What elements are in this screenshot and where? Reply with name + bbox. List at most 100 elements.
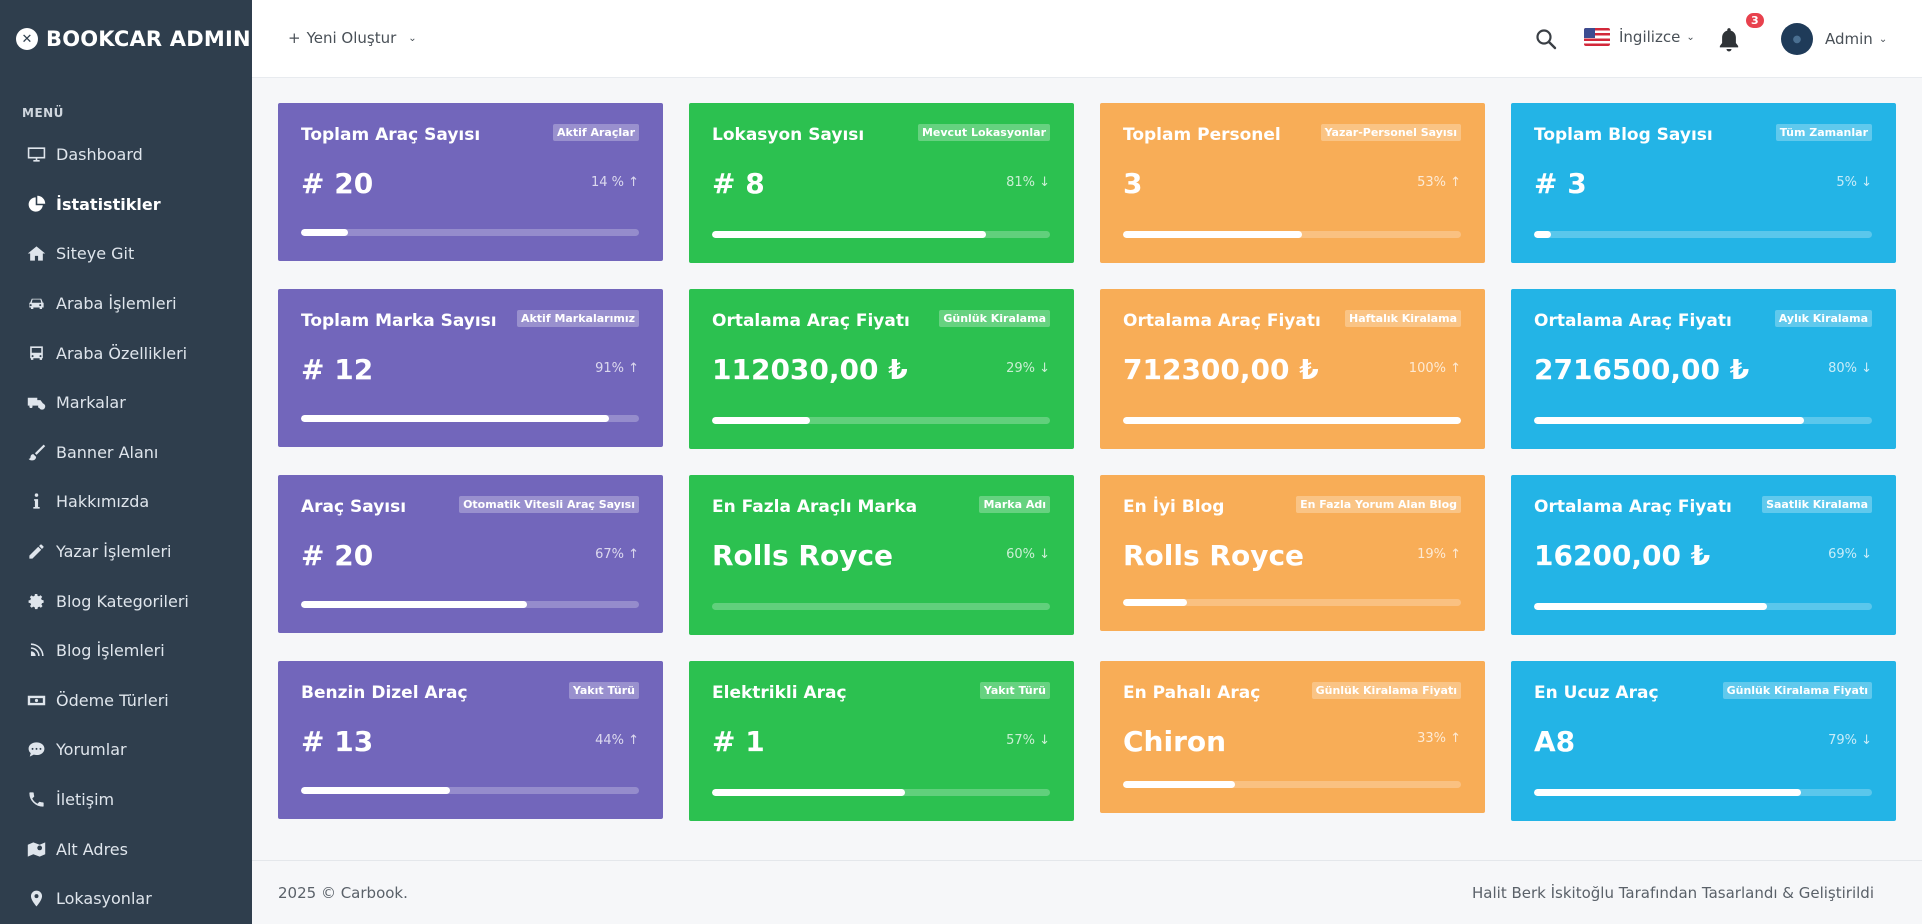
progress-bar [712, 789, 1050, 796]
card-tag: Saatlik Kiralama [1762, 496, 1872, 513]
card-value: 3 [1123, 167, 1143, 200]
pie-chart-icon [26, 194, 46, 214]
brand[interactable]: ✕ BOOKCAR ADMIN [0, 0, 252, 78]
progress-fill [712, 789, 905, 796]
chevron-down-icon: ⌄ [1686, 31, 1695, 43]
user-menu[interactable]: ● Admin ⌄ [1781, 23, 1887, 55]
notification-badge: 3 [1746, 13, 1764, 28]
arrow-down-icon: ↓ [1856, 733, 1872, 748]
chevron-down-icon: ⌄ [1878, 33, 1888, 45]
card-percent: 80% ↓ [1828, 361, 1872, 376]
sidebar-item-4[interactable]: Araba İşlemleri [0, 279, 252, 329]
monitor-icon [26, 145, 46, 165]
sidebar-item-1[interactable]: Dashboard [0, 130, 252, 180]
card-percent: 60% ↓ [1006, 547, 1050, 562]
stat-card: Ortalama Araç Fiyatı Saatlik Kiralama 1620… [1511, 475, 1896, 635]
language-label: İngilizce [1619, 28, 1681, 46]
progress-fill [1123, 417, 1461, 424]
sidebar-item-15[interactable]: Alt Adres [0, 824, 252, 874]
percent-value: 53% [1417, 175, 1446, 190]
card-value: Rolls Royce [712, 539, 894, 572]
home-icon [26, 244, 46, 264]
card-percent: 29% ↓ [1006, 361, 1050, 376]
progress-bar [1534, 231, 1872, 238]
sidebar-item-3[interactable]: Siteye Git [0, 229, 252, 279]
footer-credits: Halit Berk İskitoğlu Tarafından Tasarlan… [1472, 884, 1874, 902]
sidebar-item-label: Araba İşlemleri [56, 294, 177, 314]
sidebar-item-9[interactable]: Yazar İşlemleri [0, 527, 252, 577]
progress-bar [301, 415, 639, 422]
sidebar-item-label: Blog İşlemleri [56, 641, 165, 661]
sidebar-item-2[interactable]: İstatistikler [0, 180, 252, 230]
card-tag: Yakıt Türü [568, 682, 639, 699]
percent-value: 67% [595, 547, 624, 562]
stat-card: Toplam Blog Sayısı Tüm Zamanlar # 3 5% ↓ [1511, 103, 1896, 263]
sidebar-item-7[interactable]: Banner Alanı [0, 428, 252, 478]
money-icon [26, 690, 46, 710]
sidebar-item-label: İstatistikler [56, 194, 161, 214]
sidebar-item-label: Lokasyonlar [56, 889, 152, 909]
language-selector[interactable]: İngilizce ⌄ [1584, 28, 1695, 46]
top-bar: + Yeni Oluştur ⌄ İngilizce ⌄ 3 ● Admin ⌄ [252, 0, 1922, 78]
bell-icon[interactable] [1716, 26, 1742, 54]
card-value: # 20 [301, 539, 374, 572]
progress-bar [1123, 417, 1461, 424]
card-value: # 12 [301, 353, 374, 386]
info-icon [26, 492, 46, 512]
progress-fill [1123, 599, 1188, 606]
pencil-icon [26, 542, 46, 562]
sidebar-item-10[interactable]: Blog Kategorileri [0, 576, 252, 626]
chevron-down-icon: ⌄ [408, 32, 417, 44]
card-tag: Otomatik Vitesli Araç Sayısı [459, 496, 639, 513]
stat-card: En Pahalı Araç Günlük Kiralama Fiyatı Chir… [1100, 661, 1485, 813]
progress-bar [712, 231, 1050, 238]
progress-fill [1534, 231, 1551, 238]
sidebar-item-8[interactable]: Hakkımızda [0, 477, 252, 527]
progress-bar [301, 601, 639, 608]
sidebar-item-5[interactable]: Araba Özellikleri [0, 328, 252, 378]
arrow-down-icon: ↓ [1034, 547, 1050, 562]
card-percent: 67% ↑ [595, 547, 639, 562]
sidebar-item-16[interactable]: Lokasyonlar [0, 874, 252, 924]
sidebar-item-label: Siteye Git [56, 244, 135, 264]
menu-title: MENÜ [22, 106, 64, 120]
sidebar-item-13[interactable]: Yorumlar [0, 725, 252, 775]
sidebar-item-12[interactable]: Ödeme Türleri [0, 676, 252, 726]
stat-card: Toplam Marka Sayısı Aktif Markalarımız # 1… [278, 289, 663, 447]
arrow-down-icon: ↓ [1034, 733, 1050, 748]
progress-bar [301, 229, 639, 236]
stat-card: En Fazla Araçlı Marka Marka Adı Rolls Royc… [689, 475, 1074, 635]
card-percent: 81% ↓ [1006, 175, 1050, 190]
card-percent: 5% ↓ [1836, 175, 1872, 190]
card-value: # 13 [301, 725, 374, 758]
stat-card: Araç Sayısı Otomatik Vitesli Araç Sayısı #… [278, 475, 663, 633]
progress-fill [712, 231, 986, 238]
percent-value: 80% [1828, 361, 1857, 376]
create-new-button[interactable]: + Yeni Oluştur ⌄ [288, 29, 417, 47]
sidebar-item-label: Araba Özellikleri [56, 343, 188, 363]
arrow-up-icon: ↑ [1445, 361, 1461, 376]
sidebar-item-label: Ödeme Türleri [56, 690, 169, 710]
progress-fill [1534, 789, 1802, 796]
sidebar-item-11[interactable]: Blog İşlemleri [0, 626, 252, 676]
arrow-down-icon: ↓ [1034, 175, 1050, 190]
sidebar-item-label: Markalar [56, 393, 126, 413]
progress-bar [712, 603, 1050, 610]
sidebar-item-label: Hakkımızda [56, 492, 150, 512]
phone-icon [26, 790, 46, 810]
sidebar-item-6[interactable]: Markalar [0, 378, 252, 428]
search-icon[interactable] [1534, 27, 1558, 51]
card-value: # 8 [712, 167, 765, 200]
arrow-up-icon: ↑ [623, 733, 639, 748]
progress-bar [301, 787, 639, 794]
card-value: Rolls Royce [1123, 539, 1305, 572]
percent-value: 33% [1417, 731, 1446, 746]
percent-value: 44% [595, 733, 624, 748]
progress-fill [1534, 603, 1768, 610]
car-icon [26, 294, 46, 314]
sidebar-item-14[interactable]: İletişim [0, 775, 252, 825]
stat-card: Lokasyon Sayısı Mevcut Lokasyonlar # 8 81% … [689, 103, 1074, 263]
card-percent: 53% ↑ [1417, 175, 1461, 190]
sidebar-item-label: Yorumlar [56, 740, 127, 760]
arrow-up-icon: ↑ [1445, 175, 1461, 190]
